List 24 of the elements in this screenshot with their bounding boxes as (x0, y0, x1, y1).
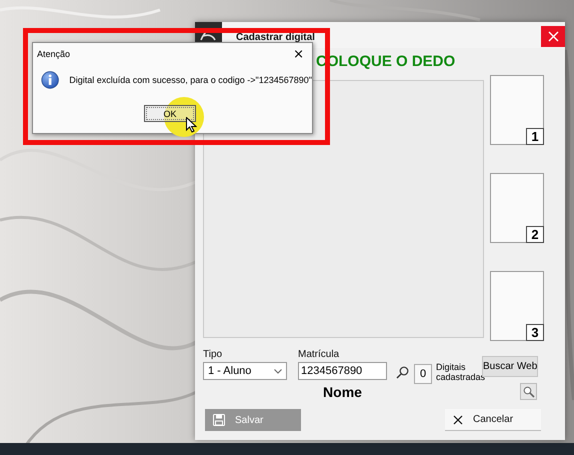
close-icon (548, 31, 558, 42)
cursor-icon (186, 117, 197, 133)
dialog-title: Atenção (37, 49, 70, 59)
close-button[interactable]: × (291, 48, 306, 60)
window-title: Cadastrar digital (236, 32, 316, 43)
field-label: Matrícula (298, 349, 340, 360)
name-label: Nome (323, 384, 362, 400)
slot-number: 1 (526, 128, 544, 145)
caret-icon (274, 368, 282, 374)
search-icon (522, 386, 534, 398)
dialog-message: Digital excluída com sucesso, para o codigo ->"1234567890" (69, 75, 312, 85)
search-web-button[interactable]: Buscar Web (482, 356, 538, 377)
lookup-button[interactable] (520, 383, 537, 400)
registration-field[interactable]: 1234567890 (298, 362, 387, 380)
close-button[interactable] (541, 26, 565, 47)
search-icon[interactable] (396, 366, 409, 379)
close-icon (453, 414, 463, 424)
field-label: Tipo (203, 349, 224, 360)
ok-button[interactable]: OK (144, 105, 196, 122)
cancel-button[interactable]: Cancelar (445, 409, 541, 431)
type-dropdown[interactable]: 1 - Aluno (203, 362, 287, 380)
fingerprint-count: 0 (414, 364, 432, 384)
slot-number: 3 (526, 324, 544, 341)
slot-number: 2 (526, 226, 544, 243)
